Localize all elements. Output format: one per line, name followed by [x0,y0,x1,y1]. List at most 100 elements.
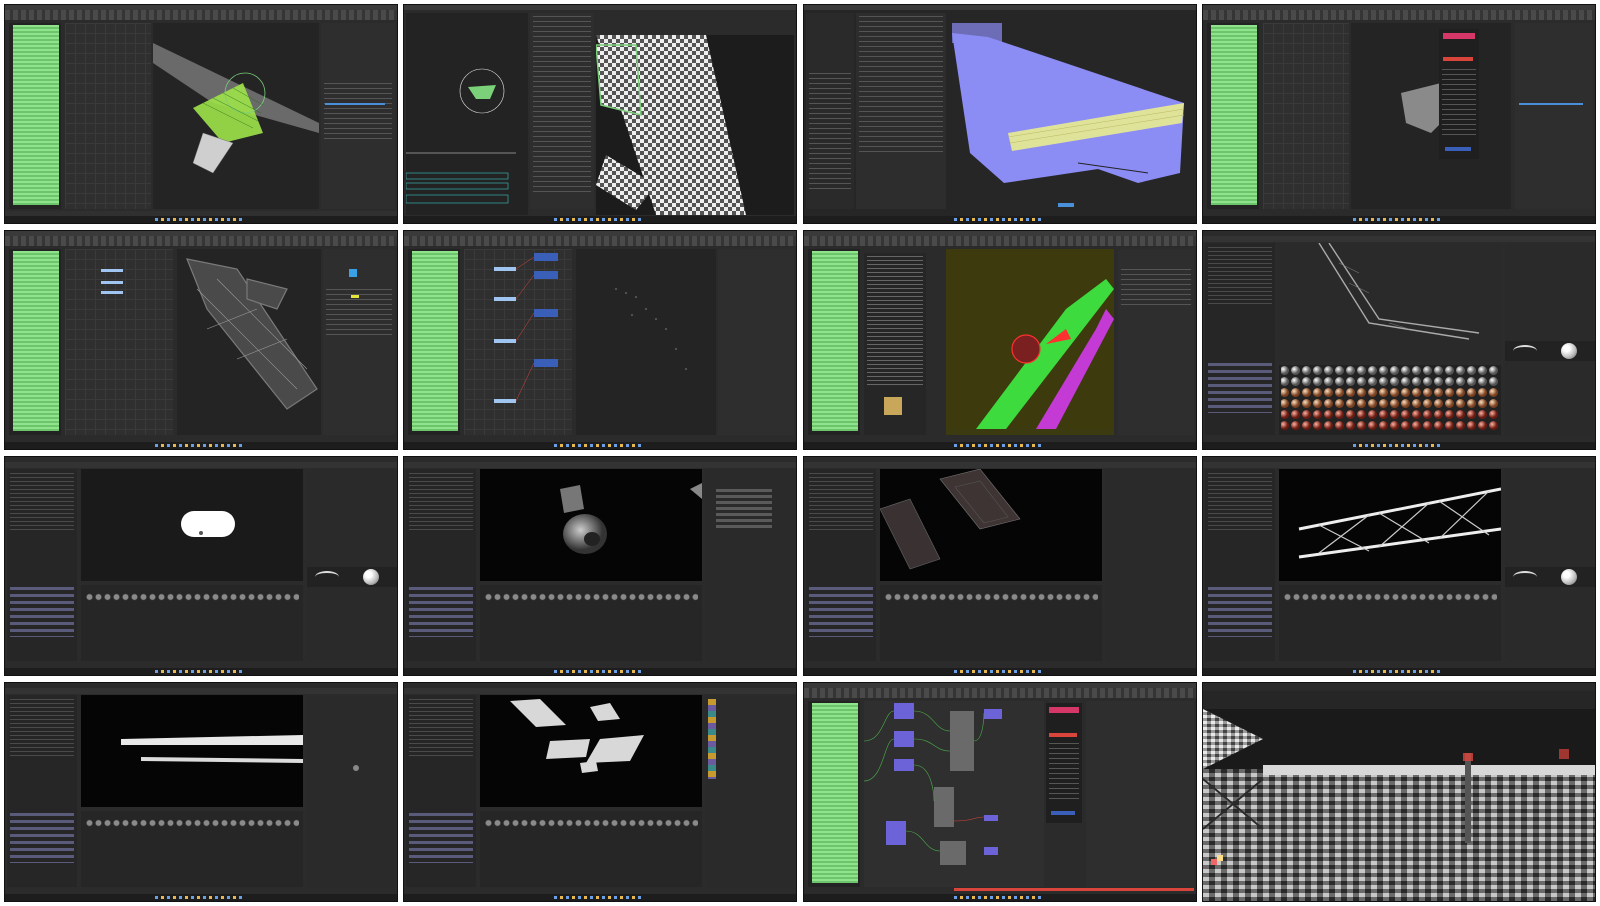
attribute-editor[interactable] [321,23,395,209]
viewport[interactable] [177,249,321,435]
layer-thumbnails[interactable] [1207,587,1272,637]
taskbar-icons[interactable] [554,896,645,899]
outliner[interactable] [807,701,860,887]
taskbar[interactable] [803,216,1196,223]
viewport[interactable] [480,695,703,807]
layer-rows[interactable] [1207,473,1272,533]
viewport[interactable] [81,469,303,581]
shelf[interactable] [1278,585,1501,661]
layer-thumbnails[interactable] [409,587,474,637]
menu-bar[interactable] [1202,683,1595,691]
graph-panel[interactable] [1262,23,1349,209]
layer-stack[interactable] [7,695,77,887]
render-view[interactable] [1202,709,1595,901]
menu-bar[interactable] [404,688,797,694]
left-panel[interactable] [805,13,854,209]
viewport[interactable] [480,469,703,581]
color-swatch[interactable] [351,295,359,298]
taskbar-icons[interactable] [155,218,245,221]
layer-thumbnails[interactable] [10,587,74,637]
layer-thumbnails[interactable] [10,813,74,863]
maya-toolbar[interactable] [5,10,397,20]
uv-viewport[interactable] [947,13,1194,215]
texture-strip[interactable] [708,699,717,779]
attribute-editor[interactable] [1117,249,1194,435]
shelf-thumbnails[interactable] [484,593,699,601]
node[interactable] [101,281,123,284]
properties-panel[interactable] [1504,243,1593,435]
taskbar[interactable] [404,668,797,675]
taskbar-icons[interactable] [953,218,1044,221]
shelf-thumbnails[interactable] [85,819,299,827]
viewport[interactable] [1278,469,1501,581]
properties-panel[interactable] [706,469,795,661]
viewport[interactable] [1350,23,1511,209]
outliner[interactable] [9,249,61,435]
taskbar[interactable] [803,668,1196,675]
layer-stack[interactable] [406,695,477,887]
outliner-selected-list[interactable] [811,251,858,431]
layer-rows[interactable] [409,699,474,759]
outliner[interactable] [9,23,61,209]
layer-rows[interactable] [10,699,74,759]
layer-stack[interactable] [805,469,876,661]
taskbar-icons[interactable] [554,218,645,221]
shelf[interactable] [81,811,303,887]
taskbar[interactable] [1202,668,1595,675]
node-editor[interactable] [464,249,573,435]
taskbar-icons[interactable] [1352,670,1443,673]
shelf-thumbnails[interactable] [484,819,699,827]
exporter-button[interactable] [1048,733,1077,737]
properties-panel[interactable] [1504,469,1593,661]
material-spheres[interactable] [1279,365,1501,437]
outliner[interactable] [408,249,461,435]
viewport[interactable] [576,249,717,435]
viewport[interactable] [945,249,1114,435]
texture-list[interactable] [716,489,773,529]
layer-stack[interactable] [1204,469,1275,661]
texture-thumbnail[interactable] [883,397,902,415]
uv-editor[interactable] [406,13,529,215]
outliner-selected-list[interactable] [412,251,459,431]
taskbar[interactable] [5,442,397,449]
exporter-button[interactable] [1442,57,1473,61]
taskbar[interactable] [803,894,1196,901]
layer-thumbnails[interactable] [409,813,474,863]
layer-stack[interactable] [1204,243,1275,435]
taskbar-icons[interactable] [155,670,245,673]
menu-bar[interactable] [1202,236,1595,242]
checker-viewport[interactable] [596,35,795,215]
layer-thumbnails[interactable] [808,587,873,637]
node[interactable] [101,269,123,272]
shelf[interactable] [480,585,703,661]
taskbar[interactable] [5,668,397,675]
node-editor[interactable] [863,701,1044,887]
layer-stack[interactable] [7,469,77,661]
shelf[interactable] [879,585,1102,661]
shelf[interactable] [480,811,703,887]
maya-toolbar[interactable] [803,688,1196,698]
outliner[interactable] [807,249,860,435]
node[interactable] [101,291,123,294]
outliner-selected-list[interactable] [13,25,59,205]
layer-thumbnails[interactable] [1207,363,1272,413]
exporter-panel[interactable] [1438,29,1479,159]
taskbar-icons[interactable] [1352,218,1443,221]
taskbar-icons[interactable] [155,896,245,899]
timeline-range[interactable] [953,888,1194,891]
settings-panel[interactable] [855,13,946,209]
file-browser[interactable] [863,253,926,435]
taskbar-icons[interactable] [155,444,245,447]
menu-bar[interactable] [404,462,797,468]
attribute-editor[interactable] [1514,23,1593,209]
node-editor[interactable] [65,249,173,435]
taskbar-icons[interactable] [554,670,645,673]
layer-rows[interactable] [1207,247,1272,307]
maya-toolbar[interactable] [803,236,1196,246]
properties-panel[interactable] [1105,469,1194,661]
shelf-thumbnails[interactable] [85,593,299,601]
shelf-thumbnails[interactable] [1282,593,1497,601]
attribute-editor[interactable] [718,249,795,435]
taskbar-icons[interactable] [554,444,645,447]
properties-panel[interactable] [307,695,395,887]
